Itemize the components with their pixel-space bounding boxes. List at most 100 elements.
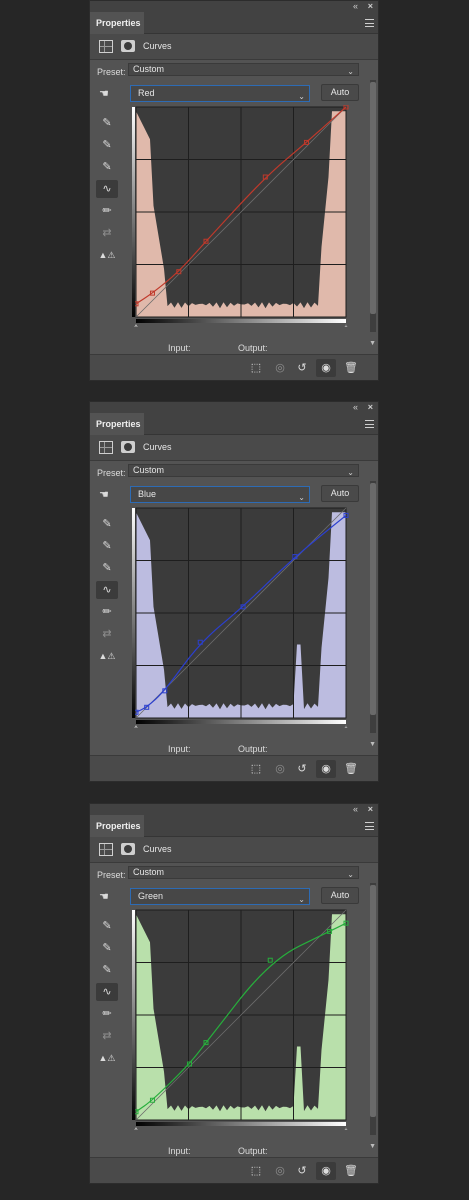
curves-adjustment-icon[interactable] — [99, 441, 113, 454]
clip-to-layer-icon[interactable]: ⬚ — [246, 1162, 266, 1180]
tab-row: Properties — [90, 12, 378, 34]
view-previous-icon[interactable]: ◎ — [270, 1162, 290, 1180]
smooth-icon[interactable]: ⇄ — [96, 224, 118, 242]
white-point-eyedropper-icon[interactable]: ✎ — [96, 961, 118, 979]
properties-panel-blue: « × Properties Curves Preset: Custom ⌄ ☚ … — [89, 401, 379, 782]
white-point-slider — [344, 1126, 348, 1130]
targeted-adjustment-hand-icon[interactable]: ☚ — [99, 890, 109, 903]
scroll-down-icon[interactable]: ▼ — [369, 741, 376, 748]
visibility-icon[interactable]: ◉ — [316, 760, 336, 778]
collapse-icon[interactable]: « — [353, 402, 358, 413]
channel-select[interactable]: Red ⌄ — [130, 85, 310, 102]
view-previous-icon[interactable]: ◎ — [270, 359, 290, 377]
tab-properties[interactable]: Properties — [90, 815, 144, 837]
curves-graph[interactable] — [132, 908, 351, 1130]
clip-to-layer-icon[interactable]: ⬚ — [246, 359, 266, 377]
curve-point-tool-icon[interactable]: ∿ — [96, 983, 118, 1001]
layer-mask-icon[interactable] — [121, 843, 135, 855]
white-point-slider — [344, 323, 348, 327]
scrollbar-thumb[interactable] — [370, 483, 376, 715]
black-point-eyedropper-icon[interactable]: ✎ — [96, 114, 118, 132]
gray-point-eyedropper-icon[interactable]: ✎ — [96, 537, 118, 555]
collapse-icon[interactable]: « — [353, 1, 358, 12]
delete-icon[interactable]: 🗑 — [341, 1162, 361, 1180]
clip-to-layer-icon[interactable]: ⬚ — [246, 760, 266, 778]
preset-select[interactable]: Custom ⌄ — [128, 63, 359, 76]
clipping-warning-icon[interactable]: ▲⚠ — [96, 1049, 118, 1067]
clipping-warning-icon[interactable]: ▲⚠ — [96, 647, 118, 665]
gray-point-eyedropper-icon[interactable]: ✎ — [96, 136, 118, 154]
output-label: Output: — [238, 744, 268, 754]
view-previous-icon[interactable]: ◎ — [270, 760, 290, 778]
curves-adjustment-icon[interactable] — [99, 843, 113, 856]
preset-select[interactable]: Custom ⌄ — [128, 464, 359, 477]
targeted-adjustment-hand-icon[interactable]: ☚ — [99, 87, 109, 100]
black-point-eyedropper-icon[interactable]: ✎ — [96, 917, 118, 935]
tab-properties[interactable]: Properties — [90, 413, 144, 435]
gray-point-eyedropper-icon[interactable]: ✎ — [96, 939, 118, 957]
panel-topbar: « × — [90, 804, 378, 815]
white-point-eyedropper-icon[interactable]: ✎ — [96, 559, 118, 577]
panel-menu-icon[interactable] — [365, 822, 374, 830]
pencil-icon[interactable]: ✏ — [96, 1005, 118, 1023]
chevron-down-icon: ⌄ — [347, 870, 354, 879]
close-icon[interactable]: × — [368, 402, 373, 413]
preset-select[interactable]: Custom ⌄ — [128, 866, 359, 879]
channel-select[interactable]: Green ⌄ — [130, 888, 310, 905]
pencil-icon[interactable]: ✏ — [96, 603, 118, 621]
visibility-icon[interactable]: ◉ — [316, 359, 336, 377]
smooth-icon[interactable]: ⇄ — [96, 625, 118, 643]
collapse-icon[interactable]: « — [353, 804, 358, 815]
chevron-down-icon: ⌄ — [298, 493, 305, 502]
panel-menu-icon[interactable] — [365, 19, 374, 27]
visibility-icon[interactable]: ◉ — [316, 1162, 336, 1180]
tab-properties[interactable]: Properties — [90, 12, 144, 34]
adjustment-title: Curves — [143, 844, 172, 854]
curves-graph[interactable] — [132, 506, 351, 728]
channel-select[interactable]: Blue ⌄ — [130, 486, 310, 503]
curves-svg[interactable] — [132, 105, 351, 327]
input-label: Input: — [168, 343, 191, 353]
input-label: Input: — [168, 1146, 191, 1156]
close-icon[interactable]: × — [368, 804, 373, 815]
curves-graph[interactable] — [132, 105, 351, 327]
curves-adjustment-icon[interactable] — [99, 40, 113, 53]
tab-row: Properties — [90, 815, 378, 837]
reset-icon[interactable]: ↺ — [292, 760, 312, 778]
curves-svg[interactable] — [132, 908, 351, 1130]
white-point-slider — [344, 724, 348, 728]
panel-menu-icon[interactable] — [365, 420, 374, 428]
layer-mask-icon[interactable] — [121, 441, 135, 453]
scroll-down-icon[interactable]: ▼ — [369, 1143, 376, 1150]
close-icon[interactable]: × — [368, 1, 373, 12]
scrollbar-thumb[interactable] — [370, 885, 376, 1117]
panel-topbar: « × — [90, 1, 378, 12]
properties-panel-green: « × Properties Curves Preset: Custom ⌄ ☚ … — [89, 803, 379, 1184]
tab-row: Properties — [90, 413, 378, 435]
output-gradient — [132, 508, 135, 718]
reset-icon[interactable]: ↺ — [292, 1162, 312, 1180]
smooth-icon[interactable]: ⇄ — [96, 1027, 118, 1045]
white-point-eyedropper-icon[interactable]: ✎ — [96, 158, 118, 176]
chevron-down-icon: ⌄ — [298, 895, 305, 904]
black-point-eyedropper-icon[interactable]: ✎ — [96, 515, 118, 533]
delete-icon[interactable]: 🗑 — [341, 359, 361, 377]
preset-label: Preset: — [97, 870, 126, 880]
adjustment-title: Curves — [143, 442, 172, 452]
curve-point-tool-icon[interactable]: ∿ — [96, 581, 118, 599]
scrollbar-thumb[interactable] — [370, 82, 376, 314]
clipping-warning-icon[interactable]: ▲⚠ — [96, 246, 118, 264]
auto-button[interactable]: Auto — [321, 887, 359, 904]
curve-point-tool-icon[interactable]: ∿ — [96, 180, 118, 198]
delete-icon[interactable]: 🗑 — [341, 760, 361, 778]
curves-svg[interactable] — [132, 506, 351, 728]
panel-footer: ⬚ ◎ ↺ ◉ 🗑 — [90, 1157, 378, 1183]
auto-button[interactable]: Auto — [321, 84, 359, 101]
auto-button[interactable]: Auto — [321, 485, 359, 502]
preset-label: Preset: — [97, 468, 126, 478]
pencil-icon[interactable]: ✏ — [96, 202, 118, 220]
targeted-adjustment-hand-icon[interactable]: ☚ — [99, 488, 109, 501]
scroll-down-icon[interactable]: ▼ — [369, 340, 376, 347]
layer-mask-icon[interactable] — [121, 40, 135, 52]
reset-icon[interactable]: ↺ — [292, 359, 312, 377]
